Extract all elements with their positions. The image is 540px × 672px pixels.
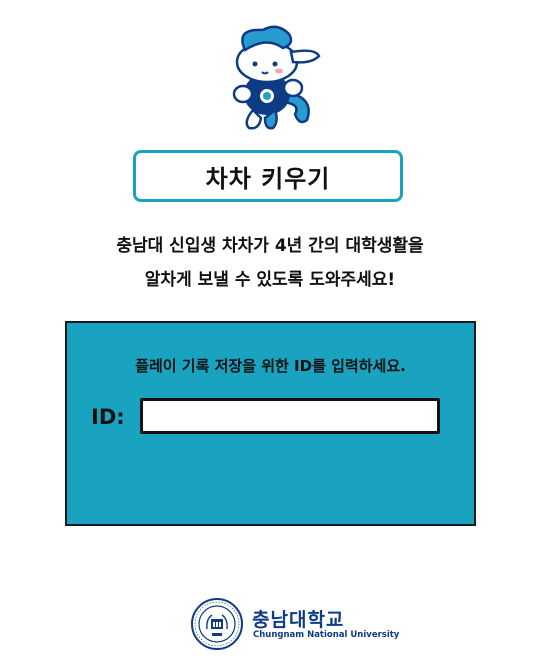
university-name-english: Chungnam National University [253,630,400,640]
id-input[interactable] [140,398,440,434]
mascot-character-icon [215,22,323,134]
university-footer: 충남대학교 Chungnam National University [190,597,399,653]
id-entry-panel: 플레이 기록 저장을 위한 ID를 입력하세요. ID: [65,321,476,526]
page-title: 차차 키우기 [133,150,403,202]
id-instruction: 플레이 기록 저장을 위한 ID를 입력하세요. [135,357,406,375]
id-label: ID: [91,405,125,429]
university-seal-icon [190,597,244,651]
intro-line-1: 충남대 신입생 차차가 4년 간의 대학생활을 [116,236,424,256]
intro-line-2: 알차게 보낼 수 있도록 도와주세요! [144,270,396,290]
university-name-korean: 충남대학교 [252,609,345,631]
